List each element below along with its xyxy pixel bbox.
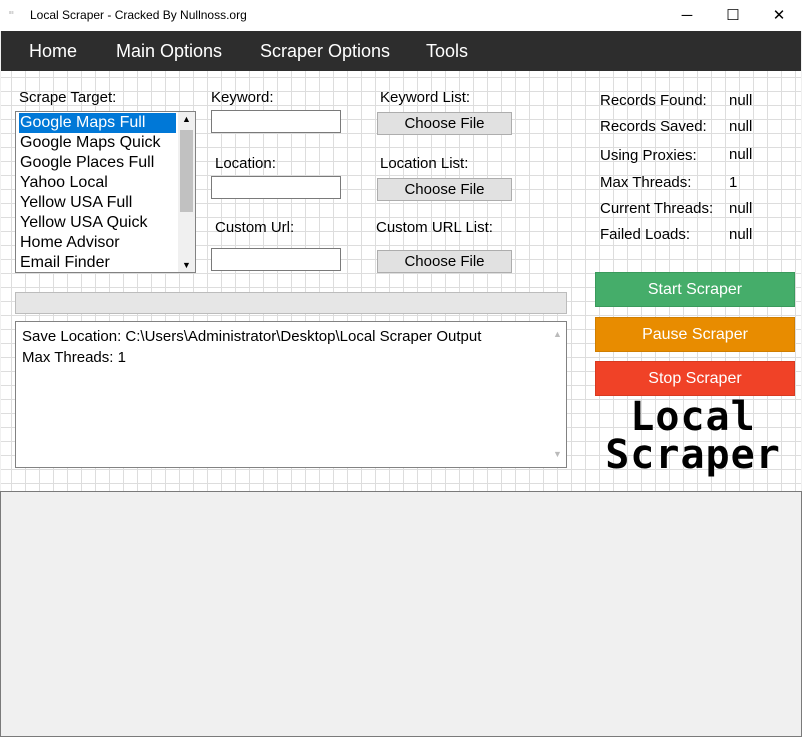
max-threads-label: Max Threads: xyxy=(600,174,692,191)
custom-url-list-label: Custom URL List: xyxy=(376,219,493,236)
scroll-thumb[interactable] xyxy=(180,130,193,212)
scroll-down-icon[interactable]: ▼ xyxy=(182,260,191,270)
menu-scraper-options[interactable]: Scraper Options xyxy=(260,41,390,62)
start-scraper-button[interactable]: Start Scraper xyxy=(595,272,795,307)
records-found-value: null xyxy=(729,92,753,109)
list-item[interactable]: Google Maps Full xyxy=(19,113,176,133)
local-scraper-logo: Local Scraper xyxy=(598,394,788,478)
failed-loads-value: null xyxy=(729,226,753,243)
location-label: Location: xyxy=(215,155,276,172)
browser-panel xyxy=(0,491,802,737)
keyword-list-label: Keyword List: xyxy=(380,89,471,106)
location-input[interactable] xyxy=(211,176,341,199)
log-scrollbar[interactable]: ▲ ▼ xyxy=(549,322,566,467)
menu-home[interactable]: Home xyxy=(29,41,77,62)
logo-line-2: Scraper xyxy=(605,432,781,478)
log-line: Max Threads: 1 xyxy=(22,349,126,366)
records-saved-label: Records Saved: xyxy=(600,118,707,135)
list-item[interactable]: Google Maps Quick xyxy=(19,133,176,153)
log-output[interactable]: Save Location: C:\Users\Administrator\De… xyxy=(15,321,567,468)
log-line: Save Location: C:\Users\Administrator\De… xyxy=(22,328,482,345)
pause-scraper-button[interactable]: Pause Scraper xyxy=(595,317,795,352)
scrape-target-list[interactable]: Google Maps Full Google Maps Quick Googl… xyxy=(15,111,196,273)
custom-url-list-choose-file-button[interactable]: Choose File xyxy=(377,250,512,273)
menu-bar: Home Main Options Scraper Options Tools xyxy=(1,31,801,71)
records-found-label: Records Found: xyxy=(600,92,707,109)
stop-scraper-button[interactable]: Stop Scraper xyxy=(595,361,795,396)
records-saved-value: null xyxy=(729,118,753,135)
failed-loads-label: Failed Loads: xyxy=(600,226,691,243)
scrape-target-label: Scrape Target: xyxy=(19,89,117,106)
menu-tools[interactable]: Tools xyxy=(426,41,468,62)
keyword-input[interactable] xyxy=(211,110,341,133)
scroll-up-icon[interactable]: ▲ xyxy=(553,324,562,345)
keyword-list-choose-file-button[interactable]: Choose File xyxy=(377,112,512,135)
maximize-button[interactable]: ☐ xyxy=(710,0,756,31)
custom-url-label: Custom Url: xyxy=(215,219,295,236)
list-item[interactable]: Yellow USA Quick xyxy=(19,213,176,233)
keyword-label: Keyword: xyxy=(211,89,274,106)
max-threads-value: 1 xyxy=(729,174,738,191)
app-icon: ≡≡ xyxy=(9,10,14,15)
current-threads-value: null xyxy=(729,200,753,217)
list-item[interactable]: Google Places Full xyxy=(19,153,176,173)
window-title: Local Scraper - Cracked By Nullnoss.org xyxy=(30,8,247,22)
scroll-up-icon[interactable]: ▲ xyxy=(182,114,191,124)
list-item[interactable]: Email Finder xyxy=(19,253,176,273)
location-list-label: Location List: xyxy=(380,155,469,172)
location-list-choose-file-button[interactable]: Choose File xyxy=(377,178,512,201)
logo-line-1: Local xyxy=(630,394,756,440)
list-scrollbar[interactable]: ▲ ▼ xyxy=(178,112,195,272)
custom-url-input[interactable] xyxy=(211,248,341,271)
using-proxies-label: Using Proxies: xyxy=(600,147,697,164)
list-item[interactable]: Home Advisor xyxy=(19,233,176,253)
current-threads-label: Current Threads: xyxy=(600,200,714,217)
progress-bar xyxy=(15,292,567,314)
title-bar: ≡≡ Local Scraper - Cracked By Nullnoss.o… xyxy=(0,0,802,31)
list-item[interactable]: Yellow USA Full xyxy=(19,193,176,213)
list-item[interactable]: Yahoo Local xyxy=(19,173,176,193)
menu-main-options[interactable]: Main Options xyxy=(116,41,222,62)
minimize-button[interactable]: ─ xyxy=(664,0,710,31)
close-button[interactable]: ✕ xyxy=(756,0,802,31)
using-proxies-value: null xyxy=(729,146,753,163)
scroll-down-icon[interactable]: ▼ xyxy=(553,444,562,465)
